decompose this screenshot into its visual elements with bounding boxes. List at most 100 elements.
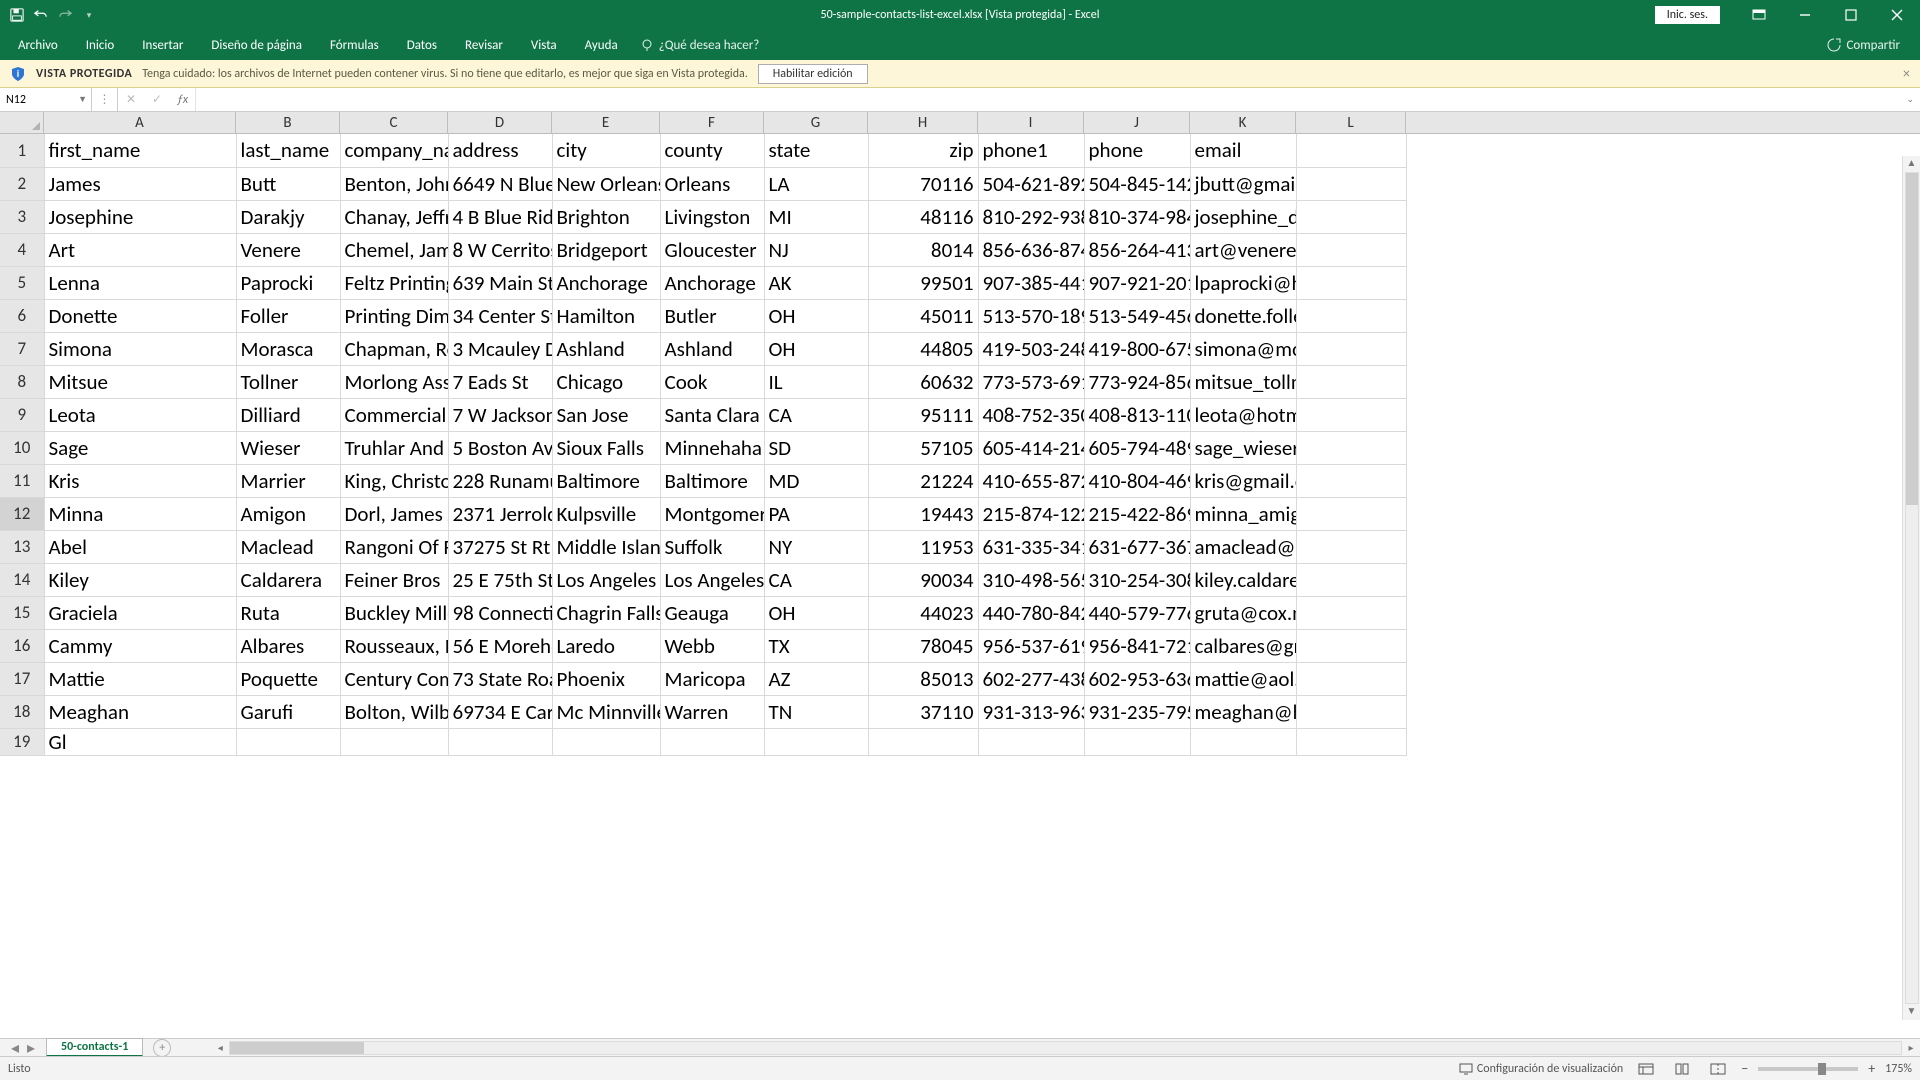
cell[interactable]: OH bbox=[764, 332, 868, 365]
cell[interactable]: Meaghan bbox=[44, 695, 236, 728]
vertical-scrollbar[interactable]: ▲ ▼ bbox=[1902, 156, 1920, 1020]
cell[interactable]: Webb bbox=[660, 629, 764, 662]
row-header[interactable]: 11 bbox=[0, 464, 44, 497]
cell[interactable] bbox=[1296, 200, 1406, 233]
col-header-A[interactable]: A bbox=[44, 112, 236, 133]
cell[interactable]: 215-422-8694 bbox=[1084, 497, 1190, 530]
row-header[interactable]: 2 bbox=[0, 167, 44, 200]
cell[interactable]: 215-874-1229 bbox=[978, 497, 1084, 530]
cell[interactable]: Chanay, Jeffrey A Esq bbox=[340, 200, 448, 233]
cell[interactable]: 99501 bbox=[868, 266, 978, 299]
cell[interactable]: MI bbox=[764, 200, 868, 233]
tab-vista[interactable]: Vista bbox=[517, 30, 571, 60]
normal-view-icon[interactable] bbox=[1633, 1060, 1659, 1078]
row-header[interactable]: 17 bbox=[0, 662, 44, 695]
cell[interactable]: SD bbox=[764, 431, 868, 464]
horizontal-scrollbar[interactable]: ◂ ▸ bbox=[211, 1039, 1920, 1056]
cell[interactable]: 19443 bbox=[868, 497, 978, 530]
undo-icon[interactable] bbox=[30, 4, 52, 26]
cell[interactable]: Santa Clara bbox=[660, 398, 764, 431]
cell[interactable]: 3 Mcauley Dr bbox=[448, 332, 552, 365]
cell[interactable]: Poquette bbox=[236, 662, 340, 695]
cell[interactable]: Morasca bbox=[236, 332, 340, 365]
cell[interactable]: 25 E 75th St #69 bbox=[448, 563, 552, 596]
cell[interactable]: 907-921-2010 bbox=[1084, 266, 1190, 299]
cell[interactable]: Bridgeport bbox=[552, 233, 660, 266]
cell[interactable]: NJ bbox=[764, 233, 868, 266]
cell[interactable]: simona@morasca.com bbox=[1190, 332, 1296, 365]
page-layout-view-icon[interactable] bbox=[1669, 1060, 1695, 1078]
cell[interactable]: Chapman, Ross E Esq bbox=[340, 332, 448, 365]
row-header[interactable]: 6 bbox=[0, 299, 44, 332]
hscroll-thumb[interactable] bbox=[230, 1042, 364, 1054]
scroll-left-icon[interactable]: ◂ bbox=[211, 1041, 229, 1054]
cell[interactable]: Abel bbox=[44, 530, 236, 563]
cell[interactable] bbox=[1296, 134, 1406, 167]
cell[interactable]: 504-845-1427 bbox=[1084, 167, 1190, 200]
cell[interactable]: 90034 bbox=[868, 563, 978, 596]
cell[interactable]: Butler bbox=[660, 299, 764, 332]
cell[interactable]: first_name bbox=[44, 134, 236, 167]
cell[interactable]: TX bbox=[764, 629, 868, 662]
cell[interactable]: email bbox=[1190, 134, 1296, 167]
cell[interactable]: Laredo bbox=[552, 629, 660, 662]
cell[interactable]: kiley.caldarera@aol.com bbox=[1190, 563, 1296, 596]
cell[interactable]: 631-335-3414 bbox=[978, 530, 1084, 563]
cell[interactable]: company_name bbox=[340, 134, 448, 167]
cell[interactable] bbox=[1296, 332, 1406, 365]
cell[interactable]: josephine_darakjy@darakjy.org bbox=[1190, 200, 1296, 233]
row-header[interactable]: 3 bbox=[0, 200, 44, 233]
tab-archivo[interactable]: Archivo bbox=[4, 30, 72, 60]
row-header[interactable]: 16 bbox=[0, 629, 44, 662]
cell[interactable]: Josephine bbox=[44, 200, 236, 233]
sign-in-button[interactable]: Inic. ses. bbox=[1655, 6, 1720, 24]
cell[interactable]: 856-636-8749 bbox=[978, 233, 1084, 266]
cell[interactable]: 48116 bbox=[868, 200, 978, 233]
cell[interactable]: Maricopa bbox=[660, 662, 764, 695]
cell[interactable]: 631-677-3675 bbox=[1084, 530, 1190, 563]
cell[interactable]: mitsue_tollner@yahoo.com bbox=[1190, 365, 1296, 398]
cell[interactable]: 602-953-6360 bbox=[1084, 662, 1190, 695]
cell[interactable]: Buckley Miller & Wright bbox=[340, 596, 448, 629]
zoom-slider[interactable] bbox=[1758, 1067, 1858, 1071]
cell[interactable] bbox=[660, 728, 764, 755]
cell[interactable]: 98 Connecticut Ave Nw bbox=[448, 596, 552, 629]
cell[interactable]: 810-374-9840 bbox=[1084, 200, 1190, 233]
cell[interactable]: 45011 bbox=[868, 299, 978, 332]
cell[interactable]: meaghan@hotmail.com bbox=[1190, 695, 1296, 728]
cell[interactable]: Ashland bbox=[660, 332, 764, 365]
cell[interactable]: 907-385-4412 bbox=[978, 266, 1084, 299]
cell[interactable]: 21224 bbox=[868, 464, 978, 497]
cell[interactable]: phone1 bbox=[978, 134, 1084, 167]
maximize-icon[interactable] bbox=[1828, 0, 1874, 30]
cell[interactable]: Warren bbox=[660, 695, 764, 728]
cell[interactable]: Wieser bbox=[236, 431, 340, 464]
cell[interactable]: 11953 bbox=[868, 530, 978, 563]
row-header[interactable]: 4 bbox=[0, 233, 44, 266]
cell[interactable]: Montgomery bbox=[660, 497, 764, 530]
cell[interactable]: Foller bbox=[236, 299, 340, 332]
cell[interactable]: 6649 N Blue Gum St bbox=[448, 167, 552, 200]
cell[interactable]: Century Communications bbox=[340, 662, 448, 695]
cell[interactable]: LA bbox=[764, 167, 868, 200]
cell[interactable]: Orleans bbox=[660, 167, 764, 200]
cell[interactable]: Mattie bbox=[44, 662, 236, 695]
cell[interactable]: 931-235-7959 bbox=[1084, 695, 1190, 728]
cell[interactable]: 410-804-4694 bbox=[1084, 464, 1190, 497]
sheet-tab-active[interactable]: 50-contacts-1 bbox=[46, 1038, 143, 1057]
row-header[interactable]: 7 bbox=[0, 332, 44, 365]
cell[interactable]: Brighton bbox=[552, 200, 660, 233]
cell[interactable]: kris@gmail.com bbox=[1190, 464, 1296, 497]
cell[interactable] bbox=[1084, 728, 1190, 755]
zoom-in-icon[interactable]: + bbox=[1868, 1060, 1875, 1077]
cell[interactable]: Anchorage bbox=[552, 266, 660, 299]
cell[interactable]: leota@hotmail.com bbox=[1190, 398, 1296, 431]
row-header[interactable]: 14 bbox=[0, 563, 44, 596]
cell[interactable]: Printing Dimensions bbox=[340, 299, 448, 332]
cell[interactable] bbox=[1296, 530, 1406, 563]
cell[interactable]: Rousseaux, Michael Esq bbox=[340, 629, 448, 662]
cell[interactable]: Commercial Press bbox=[340, 398, 448, 431]
formula-input[interactable]: ⌄ bbox=[196, 88, 1920, 111]
cancel-formula-icon[interactable]: ✕ bbox=[118, 88, 144, 111]
col-header-G[interactable]: G bbox=[764, 112, 868, 133]
